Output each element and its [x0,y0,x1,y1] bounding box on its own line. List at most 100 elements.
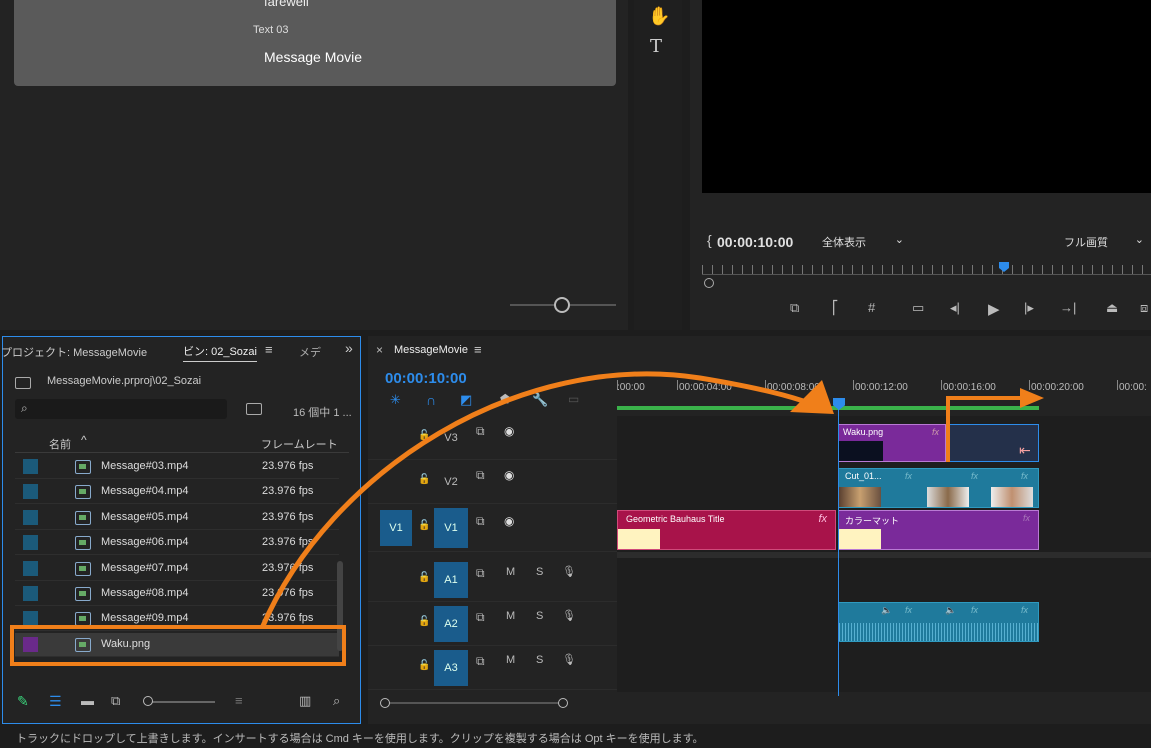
track-label-v2[interactable]: V2 [434,464,468,500]
label-color-swatch[interactable] [23,636,38,652]
zoom-slider-handle[interactable] [554,297,570,313]
freeform-view-icon[interactable]: ⧉ [111,693,120,709]
lock-icon[interactable]: 🔓 [418,430,430,441]
pencil-icon[interactable]: ✎ [17,693,29,710]
search-input[interactable]: ⌕ [15,399,227,419]
clip-waku[interactable]: Waku.png fx [838,424,946,462]
thumbnail-size-slider[interactable] [145,701,215,703]
step-forward-icon[interactable]: |▸ [1024,300,1034,316]
tab-project[interactable]: プロジェクト: MessageMovie [1,344,147,360]
eye-icon[interactable]: ◉ [504,514,514,528]
timeline-scrollbar[interactable] [380,698,568,708]
mute-button[interactable]: M [506,654,515,666]
hand-tool-icon[interactable]: ✋ [648,6,670,27]
sort-icon[interactable]: ≡ [235,693,243,708]
new-search-bin-icon[interactable] [246,403,262,415]
lift-icon[interactable]: ⏏ [1106,300,1118,316]
clip-geometric[interactable]: Geometric Bauhaus Title fx [617,510,836,550]
find-icon[interactable]: ⌕ [333,693,340,709]
list-scrollbar[interactable] [337,561,343,651]
play-icon[interactable]: ▶ [988,300,1000,318]
lock-icon[interactable]: 🔓 [418,572,430,583]
column-framerate[interactable]: フレームレート [261,436,338,452]
track-label-v1[interactable]: V1 [434,508,468,548]
scroll-start-handle[interactable] [704,278,714,288]
scroll-right-handle[interactable] [558,698,568,708]
microphone-icon[interactable]: 🎙 [562,565,576,578]
sequence-tab[interactable]: MessageMovie [394,344,468,356]
sync-lock-icon[interactable]: ⧉ [476,654,485,669]
tab-bin[interactable]: ビン: 02_Sozai [183,343,257,362]
track-label-v3[interactable]: V3 [434,420,468,456]
bin-menu-icon[interactable]: ≡ [265,342,273,357]
list-item[interactable]: Message#03.mp4 23.976 fps [15,455,339,479]
list-item[interactable]: Waku.png [15,632,339,657]
list-item[interactable]: Message#06.mp4 23.976 fps [15,531,339,556]
lock-icon[interactable]: 🔓 [418,660,430,671]
program-ruler[interactable] [702,265,1151,275]
go-to-out-icon[interactable]: →| [1060,300,1076,315]
wrench-icon[interactable]: 🔧 [532,392,548,408]
timeline-timecode[interactable]: 00:00:10:00 [385,370,467,387]
tab-media[interactable]: メデ [299,344,321,360]
type-tool-icon[interactable]: T [650,36,662,57]
mark-in-icon[interactable]: ⎡ [832,300,839,316]
clip-cut[interactable]: Cut_01... fx fx fx [838,468,1039,508]
list-view-icon[interactable]: ☰ [49,693,62,710]
label-color-swatch[interactable] [23,611,38,627]
work-area-bar[interactable] [617,406,1039,410]
panel-overflow-icon[interactable]: » [345,340,353,356]
automate-icon[interactable]: ▥ [299,693,311,709]
extract-icon[interactable]: ⧈ [1140,300,1148,316]
solo-button[interactable]: S [536,610,543,622]
track-label-a3[interactable]: A3 [434,650,468,686]
label-color-swatch[interactable] [23,560,38,576]
microphone-icon[interactable]: 🎙 [562,653,576,666]
solo-button[interactable]: S [536,566,543,578]
list-item[interactable]: Message#07.mp4 23.976 fps [15,557,339,581]
clip-color-matte[interactable]: カラーマット fx [838,510,1039,550]
list-item[interactable]: Message#05.mp4 23.976 fps [15,506,339,530]
solo-button[interactable]: S [536,654,543,666]
zoom-slider[interactable] [510,297,616,313]
eye-icon[interactable]: ◉ [504,468,514,482]
mute-button[interactable]: M [506,610,515,622]
toggle-sync-lock-icon[interactable]: ⧉ [476,514,485,529]
clip-audio[interactable]: 🔈 fx 🔈 fx fx [838,602,1039,642]
icon-view-icon[interactable]: ▬ [81,693,94,708]
program-timecode[interactable]: 00:00:10:00 [717,234,793,250]
label-color-swatch[interactable] [23,586,38,601]
nest-toggle-icon[interactable]: ✳ [390,392,401,408]
track-label-a1[interactable]: A1 [434,562,468,598]
sync-lock-icon[interactable]: ⧉ [476,610,485,625]
slider-handle[interactable] [143,696,153,706]
lock-icon[interactable]: 🔓 [418,616,430,627]
close-tab-icon[interactable]: × [376,343,383,357]
fit-dropdown[interactable]: 全体表示 ⌄ [818,232,908,250]
folder-up-icon[interactable] [15,377,31,389]
lock-icon[interactable]: 🔓 [418,474,430,485]
label-color-swatch[interactable] [23,509,38,525]
label-color-swatch[interactable] [23,535,38,551]
insert-marker-icon[interactable]: ⧉ [790,300,799,316]
source-patch-v1[interactable]: V1 [380,510,412,546]
list-item[interactable]: Message#09.mp4 23.976 fps [15,607,339,632]
microphone-icon[interactable]: 🎙 [562,609,576,622]
lock-icon[interactable]: 🔓 [418,520,430,531]
column-name[interactable]: 名前 [49,436,71,452]
mute-button[interactable]: M [506,566,515,578]
list-item[interactable]: Message#08.mp4 23.976 fps [15,582,339,606]
quality-dropdown[interactable]: フル画質 ⌄ [1058,232,1148,250]
track-label-a2[interactable]: A2 [434,606,468,642]
playhead-line[interactable] [838,406,839,696]
scroll-left-handle[interactable] [380,698,390,708]
list-item[interactable]: Message#04.mp4 23.976 fps [15,480,339,505]
label-color-swatch[interactable] [23,484,38,500]
sequence-menu-icon[interactable]: ≡ [474,342,482,357]
linked-selection-icon[interactable]: ◩ [460,392,472,408]
toggle-sync-lock-icon[interactable]: ⧉ [476,468,485,483]
sync-lock-icon[interactable]: ⧉ [476,566,485,581]
snap-icon[interactable]: ∩ [426,392,436,408]
step-back-icon[interactable]: ◂| [950,300,960,316]
safe-margins-icon[interactable]: ▭ [912,300,924,316]
